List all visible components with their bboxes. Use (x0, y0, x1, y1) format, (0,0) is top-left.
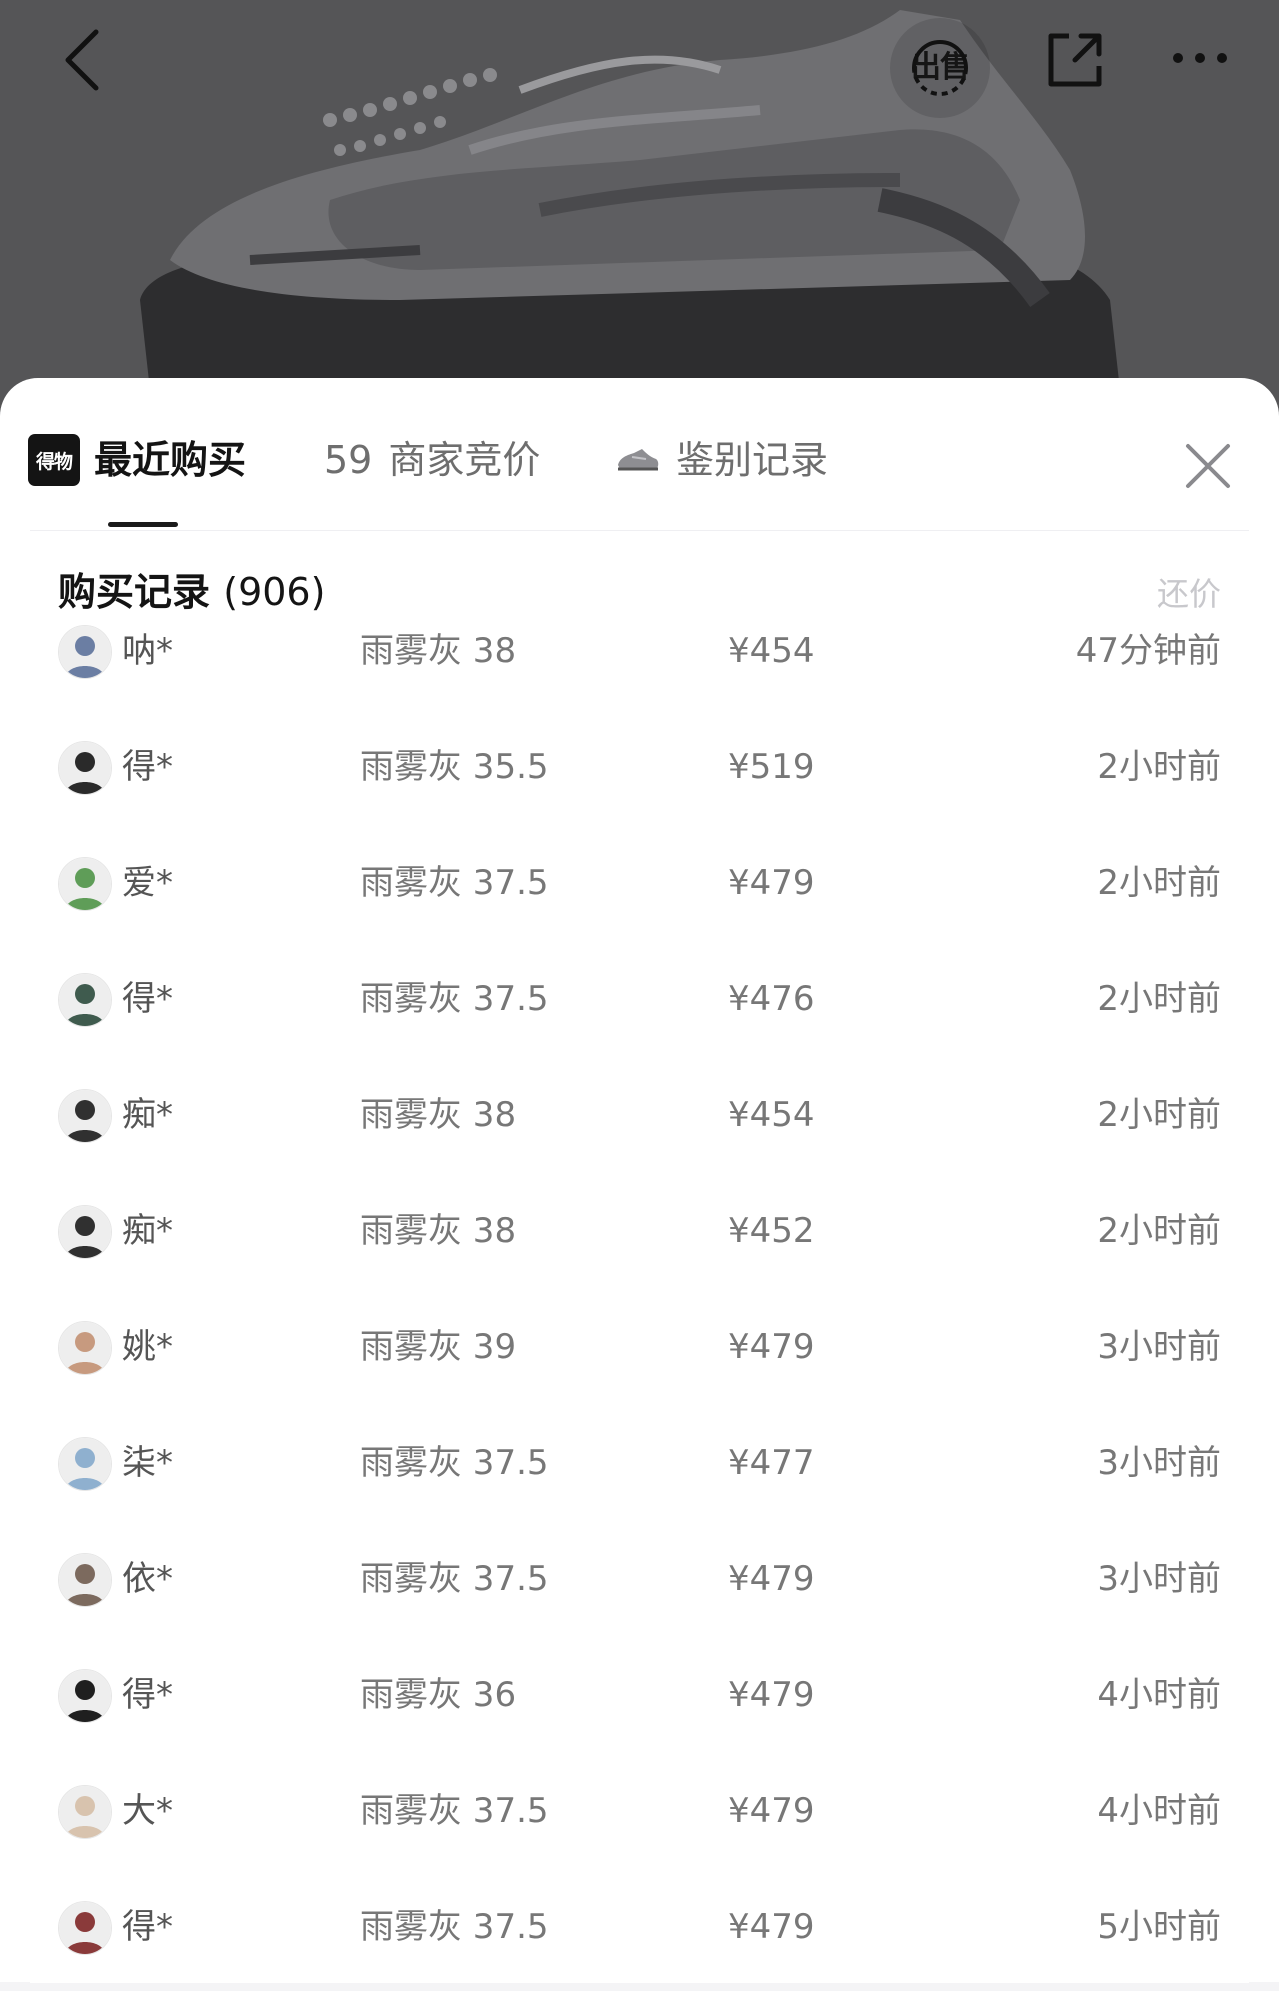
buyer-avatar (58, 1437, 112, 1491)
record-row: 得* 雨雾灰 37.5 ¥479 5小时前 (30, 1875, 1249, 1991)
purchase-price: ¥479 (728, 1791, 815, 1831)
purchase-price: ¥479 (728, 1327, 815, 1367)
purchase-time: 4小时前 (1097, 1675, 1221, 1715)
buyer-avatar (58, 1901, 112, 1955)
size-spec: 雨雾灰 35.5 (360, 747, 549, 787)
record-row: 得* 雨雾灰 37.5 ¥476 2小时前 (30, 947, 1249, 1063)
size-spec: 雨雾灰 37.5 (360, 979, 549, 1019)
back-button[interactable] (52, 22, 112, 98)
purchase-price: ¥476 (728, 979, 815, 1019)
purchase-price: ¥479 (728, 1675, 815, 1715)
buyer-name: 痴* (122, 1211, 173, 1251)
buyer-name: 柒* (122, 1443, 173, 1483)
size-spec: 雨雾灰 36 (360, 1675, 517, 1715)
buyer-avatar (58, 857, 112, 911)
purchase-price: ¥519 (728, 747, 815, 787)
purchase-time: 5小时前 (1097, 1907, 1221, 1947)
buyer-name: 得* (122, 747, 173, 787)
close-icon (1186, 444, 1230, 488)
record-row: 柒* 雨雾灰 37.5 ¥477 3小时前 (30, 1411, 1249, 1527)
buyer-avatar (58, 1785, 112, 1839)
buyer-avatar (58, 1089, 112, 1143)
purchase-time: 2小时前 (1097, 1211, 1221, 1251)
size-spec: 雨雾灰 37.5 (360, 1907, 549, 1947)
record-row: 痴* 雨雾灰 38 ¥452 2小时前 (30, 1179, 1249, 1295)
buyer-name: 依* (122, 1559, 173, 1599)
buyer-name: 得* (122, 1907, 173, 1947)
record-row: 得* 雨雾灰 36 ¥479 4小时前 (30, 1643, 1249, 1759)
record-row: 大* 雨雾灰 37.5 ¥479 4小时前 (30, 1759, 1249, 1875)
record-row: 痴* 雨雾灰 38 ¥454 2小时前 (30, 1063, 1249, 1179)
product-image-area: 出售 (0, 0, 1279, 420)
back-arrow-icon (65, 29, 99, 91)
sell-ring-icon (912, 40, 968, 96)
record-row: 得* 雨雾灰 35.5 ¥519 2小时前 (30, 715, 1249, 831)
size-spec: 雨雾灰 38 (360, 1095, 517, 1135)
purchase-price: ¥479 (728, 863, 815, 903)
buyer-name: 爱* (122, 863, 173, 903)
buyer-avatar (58, 1669, 112, 1723)
record-row: 呐* 雨雾灰 38 ¥454 47分钟前 (30, 599, 1249, 715)
purchase-price: ¥479 (728, 1559, 815, 1599)
purchase-time: 2小时前 (1097, 863, 1221, 903)
buyer-name: 痴* (122, 1095, 173, 1135)
close-button[interactable] (1180, 438, 1236, 494)
size-spec: 雨雾灰 37.5 (360, 863, 549, 903)
buyer-avatar (58, 625, 112, 679)
more-button[interactable] (1170, 38, 1230, 78)
record-row: 依* 雨雾灰 37.5 ¥479 3小时前 (30, 1527, 1249, 1643)
tab-recent-purchases[interactable]: 得物 最近购买 (28, 430, 246, 490)
buyer-avatar (58, 1553, 112, 1607)
buyer-avatar (58, 1205, 112, 1259)
buyer-name: 大* (122, 1791, 173, 1831)
tab-authentication-records[interactable]: 鉴别记录 (616, 430, 828, 490)
size-spec: 雨雾灰 38 (360, 1211, 517, 1251)
bids-count: 59 (324, 438, 373, 482)
app-logo: 得物 (28, 434, 80, 486)
size-spec: 雨雾灰 37.5 (360, 1791, 549, 1831)
buyer-name: 姚* (122, 1327, 173, 1367)
more-dots-icon (1173, 53, 1227, 63)
buyer-avatar (58, 1321, 112, 1375)
tab-merchant-bids[interactable]: 59 商家竞价 (324, 430, 540, 490)
purchase-price: ¥452 (728, 1211, 815, 1251)
buyer-name: 得* (122, 979, 173, 1019)
buyer-avatar (58, 741, 112, 795)
size-spec: 雨雾灰 37.5 (360, 1559, 549, 1599)
purchase-time: 2小时前 (1097, 747, 1221, 787)
buyer-name: 得* (122, 1675, 173, 1715)
share-icon (1048, 33, 1102, 87)
purchase-price: ¥477 (728, 1443, 815, 1483)
buyer-name: 呐* (122, 631, 173, 671)
size-spec: 雨雾灰 39 (360, 1327, 517, 1367)
purchase-time: 3小时前 (1097, 1443, 1221, 1483)
purchase-time: 3小时前 (1097, 1559, 1221, 1599)
purchase-time: 3小时前 (1097, 1327, 1221, 1367)
size-spec: 雨雾灰 38 (360, 631, 517, 671)
active-tab-indicator (108, 522, 178, 527)
record-row: 姚* 雨雾灰 39 ¥479 3小时前 (30, 1295, 1249, 1411)
share-button[interactable] (1040, 25, 1110, 95)
purchase-records-card: 购买记录 (906) 还价 呐* 雨雾灰 38 ¥454 47分钟前 得* 雨雾灰 35.… (30, 530, 1249, 1983)
tab-recent-label: 最近购买 (94, 438, 247, 482)
purchase-price: ¥454 (728, 631, 815, 671)
sheet-tabs: 得物 最近购买 59 商家竞价 鉴别记录 (0, 378, 1279, 528)
purchase-time: 2小时前 (1097, 1095, 1221, 1135)
sell-button[interactable]: 出售 (890, 18, 990, 118)
purchase-time: 4小时前 (1097, 1791, 1221, 1831)
tab-bids-label: 商家竞价 (388, 438, 541, 482)
buyer-avatar (58, 973, 112, 1027)
purchase-sheet: 得物 最近购买 59 商家竞价 鉴别记录 购买记录 (906) 还价 呐* 雨雾灰… (0, 378, 1279, 1983)
sneaker-icon (618, 449, 659, 471)
purchase-price: ¥454 (728, 1095, 815, 1135)
size-spec: 雨雾灰 37.5 (360, 1443, 549, 1483)
record-row: 爱* 雨雾灰 37.5 ¥479 2小时前 (30, 831, 1249, 947)
purchase-time: 2小时前 (1097, 979, 1221, 1019)
purchase-price: ¥479 (728, 1907, 815, 1947)
tab-auth-label: 鉴别记录 (676, 438, 829, 482)
purchase-time: 47分钟前 (1075, 631, 1221, 671)
